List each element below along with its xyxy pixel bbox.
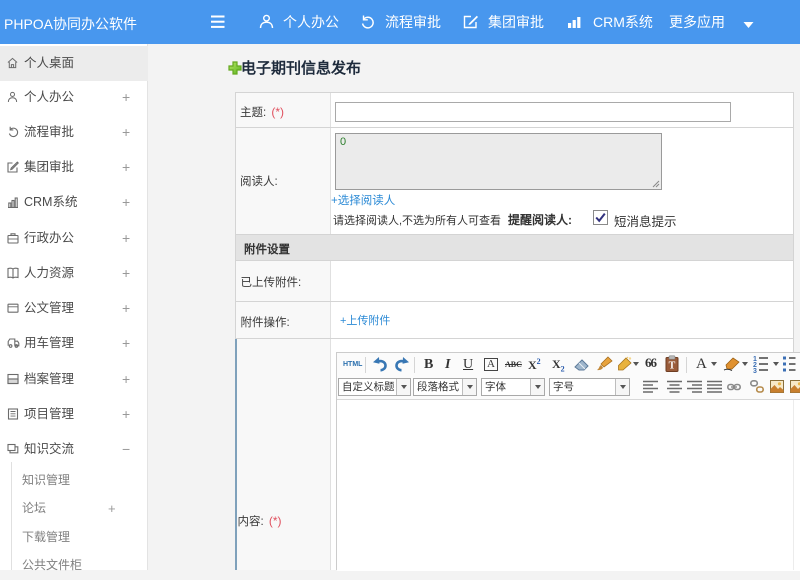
- svg-text:T: T: [669, 361, 676, 372]
- svg-text:3: 3: [753, 368, 757, 373]
